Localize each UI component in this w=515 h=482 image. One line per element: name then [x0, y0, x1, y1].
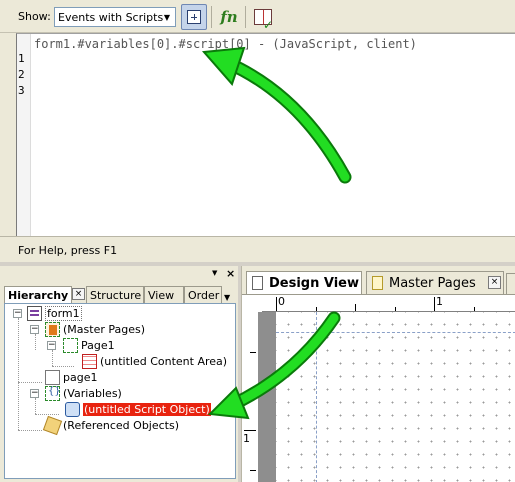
tab-partial[interactable]: [506, 273, 515, 294]
collapse-icon[interactable]: −: [30, 389, 39, 398]
tab-view[interactable]: View: [144, 286, 184, 303]
palette-title-bar: ▼ ×: [0, 266, 238, 284]
tree-node-script-object[interactable]: (untitled Script Object): [65, 401, 211, 417]
script-object-icon: [65, 401, 80, 417]
tree-line: [18, 382, 42, 383]
tree-node-label-selected: (untitled Script Object): [83, 402, 211, 416]
page-gutter: [258, 312, 276, 482]
ruler-tick: [250, 352, 256, 353]
variables-icon: [45, 385, 61, 401]
tree-node-page1[interactable]: page1: [45, 369, 97, 385]
page-icon: [45, 369, 60, 385]
status-bar: For Help, press F1: [0, 236, 515, 262]
toolbar-separator: [245, 6, 246, 28]
tab-close-icon[interactable]: ×: [488, 276, 501, 289]
tree-node-variables[interactable]: (Variables): [45, 385, 122, 401]
script-path-header: form1.#variables[0].#script[0] - (JavaSc…: [34, 37, 417, 51]
tree-node-content-area[interactable]: (untitled Content Area): [82, 353, 227, 369]
master-pages-icon: [45, 321, 60, 337]
tree-line: [52, 366, 74, 367]
tab-label: Design View: [269, 275, 360, 291]
design-canvas[interactable]: 0 1 1: [242, 294, 515, 482]
collapse-icon[interactable]: −: [30, 325, 39, 334]
editor-left-margin: [0, 33, 16, 236]
ruler-corner: [242, 295, 262, 312]
tab-close-icon[interactable]: ×: [72, 288, 85, 300]
tree-node-label: (Variables): [63, 386, 122, 400]
functions-icon: fn: [220, 8, 238, 26]
tree-node-label: (Master Pages): [63, 322, 146, 336]
checkmark-icon: ✓: [263, 18, 274, 32]
functions-button[interactable]: fn: [216, 4, 242, 30]
insert-script-object-button[interactable]: [181, 4, 207, 30]
tree-node-referenced-objects[interactable]: (Referenced Objects): [42, 415, 180, 435]
tree-node-form1[interactable]: form1: [27, 305, 82, 321]
design-tabs: Design View Master Pages ×: [242, 268, 515, 294]
hierarchy-tree: − form1 − (Master Pages) − Page1 (untitl…: [4, 303, 236, 479]
tree-line: [18, 430, 42, 431]
dropdown-arrow-icon[interactable]: ▼: [159, 8, 175, 26]
hierarchy-palette: ▼ × Hierarchy × Structure View Order ▼ −…: [0, 266, 238, 482]
tab-overflow-icon[interactable]: ▼: [224, 293, 230, 302]
tree-line: [52, 350, 53, 366]
collapse-icon[interactable]: −: [47, 341, 56, 350]
master-page-icon: [63, 337, 78, 353]
tree-node-label: (Referenced Objects): [63, 418, 180, 432]
tab-label: Master Pages: [389, 275, 476, 291]
tree-node-master-pages[interactable]: (Master Pages): [45, 321, 145, 337]
palette-close-icon[interactable]: ×: [226, 267, 235, 280]
page-grid[interactable]: [276, 312, 515, 482]
collapse-icon[interactable]: −: [13, 309, 22, 318]
line-number: 1: [18, 52, 25, 65]
line-number: 3: [18, 84, 25, 97]
ruler-tick: [247, 392, 256, 393]
show-label: Show:: [18, 10, 51, 23]
script-editor[interactable]: 1 2 3 form1.#variables[0].#script[0] - (…: [16, 33, 515, 237]
ruler-tick: [244, 430, 256, 431]
toolbar-separator: [211, 6, 212, 28]
page-margin-guide: [276, 332, 515, 333]
check-script-syntax-button[interactable]: ✓: [250, 4, 276, 32]
ruler-tick: [355, 304, 356, 311]
line-number-gutter: 1 2 3: [17, 34, 31, 237]
tab-hierarchy[interactable]: Hierarchy: [4, 286, 72, 303]
tree-line: [35, 414, 59, 415]
status-text: For Help, press F1: [18, 244, 118, 257]
form-icon: [27, 305, 42, 321]
ruler-tick: [250, 470, 256, 471]
page-icon: [252, 276, 263, 290]
content-area-icon: [82, 353, 97, 369]
tree-node-page1-master[interactable]: Page1: [63, 337, 115, 353]
event-filter-value: Events with Scripts: [58, 11, 164, 24]
ruler-label: 0: [278, 295, 285, 308]
tab-master-pages[interactable]: Master Pages: [366, 271, 504, 294]
palette-tabs: Hierarchy × Structure View Order: [4, 286, 236, 303]
event-filter-dropdown[interactable]: Events with Scripts ▼: [54, 7, 176, 27]
tab-structure[interactable]: Structure: [86, 286, 144, 303]
tab-order[interactable]: Order: [184, 286, 222, 303]
design-area: Design View Master Pages × 0 1 1: [241, 266, 515, 482]
referenced-objects-icon: [42, 415, 63, 435]
tree-node-label: Page1: [81, 338, 115, 352]
line-number: 2: [18, 68, 25, 81]
ruler-tick: [434, 297, 435, 311]
tree-line: [18, 318, 19, 430]
ruler-label: 1: [436, 295, 443, 308]
tab-design-view[interactable]: Design View: [246, 271, 362, 294]
ruler-label: 1: [243, 432, 250, 445]
tree-line: [35, 334, 36, 350]
master-page-icon: [372, 276, 383, 290]
tree-line: [35, 398, 36, 414]
insert-script-object-icon: [187, 10, 201, 24]
script-editor-toolbar: Show: Events with Scripts ▼ fn ✓: [0, 0, 515, 33]
palette-menu-icon[interactable]: ▼: [212, 269, 217, 277]
tree-node-label: page1: [63, 370, 98, 384]
tree-node-label: (untitled Content Area): [100, 354, 228, 368]
tree-node-label: form1: [45, 305, 82, 321]
horizontal-ruler: 0 1: [262, 295, 515, 312]
page-margin-guide: [316, 312, 317, 482]
ruler-tick: [276, 297, 277, 311]
